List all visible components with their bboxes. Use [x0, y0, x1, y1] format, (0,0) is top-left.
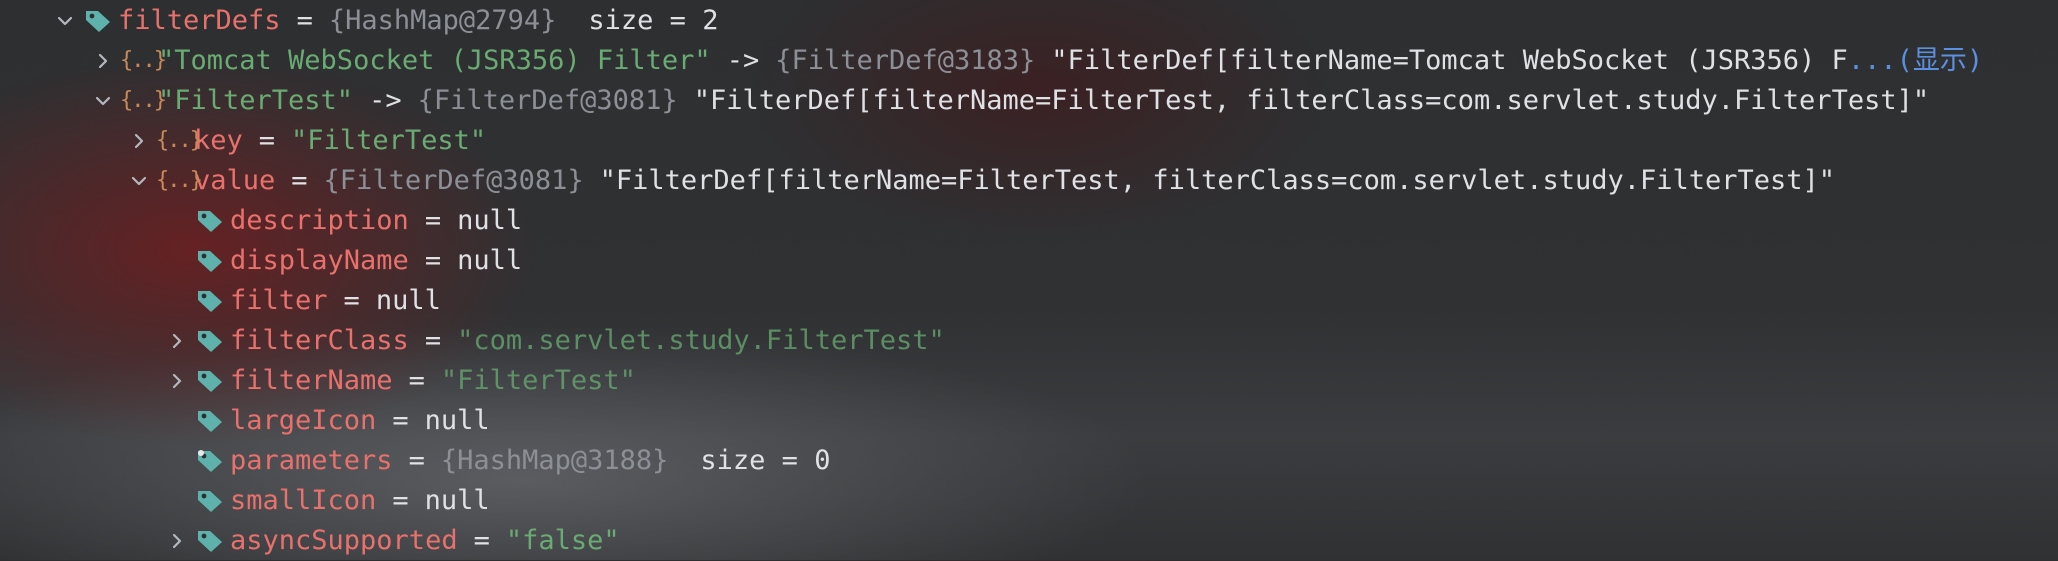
equals-sign: =: [424, 325, 442, 356]
size-label: size = 2: [588, 5, 719, 36]
null-value: null: [457, 245, 523, 276]
null-value: null: [457, 205, 523, 236]
field-name: largeIcon: [230, 405, 377, 436]
tag-icon: [194, 241, 230, 281]
object-reference: {FilterDef@3081}: [417, 85, 678, 116]
tag-icon: [194, 361, 230, 401]
map-key: "Tomcat WebSocket (JSR356) Filter": [158, 45, 711, 76]
tree-row-asyncsupported[interactable]: asyncSupported = "false": [0, 521, 620, 561]
tostring-value: "FilterDef[filterName=FilterTest, filter…: [599, 165, 1836, 196]
object-reference: {FilterDef@3081}: [323, 165, 584, 196]
tag-icon: [194, 321, 230, 361]
field-name: smallIcon: [230, 485, 377, 516]
field-name: displayName: [230, 245, 409, 276]
object-icon: {..}: [156, 168, 203, 193]
equals-sign: =: [258, 125, 276, 156]
chevron-right-icon[interactable]: [160, 321, 194, 361]
chevron-down-icon[interactable]: [122, 161, 156, 201]
variable-name: filterDefs: [118, 5, 281, 36]
tag-icon: [82, 1, 118, 41]
tree-row-map-entry-tomcat[interactable]: {..} "Tomcat WebSocket (JSR356) Filter" …: [0, 41, 1983, 81]
tree-row-map-entry-filtertest[interactable]: {..} "FilterTest" -> {FilterDef@3081} "F…: [0, 81, 1929, 121]
null-value: null: [375, 285, 441, 316]
object-icon: {..}: [120, 48, 167, 73]
tree-row-parameters[interactable]: parameters = {HashMap@3188} size = 0: [0, 441, 830, 481]
field-name: filterClass: [230, 325, 409, 356]
tree-row-displayname[interactable]: displayName = null: [0, 241, 522, 281]
tag-icon: [194, 401, 230, 441]
field-name: asyncSupported: [230, 525, 458, 556]
variable-name: key: [194, 125, 243, 156]
tree-row-value[interactable]: {..} value = {FilterDef@3081} "FilterDef…: [0, 161, 1835, 201]
string-value: "FilterTest": [291, 125, 487, 156]
chevron-right-icon[interactable]: [122, 121, 156, 161]
tag-icon: [194, 441, 230, 481]
equals-sign: =: [291, 165, 308, 196]
field-name: filterName: [230, 365, 393, 396]
tag-icon: [194, 521, 230, 561]
tree-row-description[interactable]: description = null: [0, 201, 522, 241]
null-value: null: [424, 485, 490, 516]
field-name: parameters: [230, 445, 393, 476]
tree-row-largeicon[interactable]: largeIcon = null: [0, 401, 490, 441]
object-icon: {..}: [120, 88, 167, 113]
show-more-link[interactable]: ...(显示): [1848, 41, 1983, 81]
object-reference: {FilterDef@3183}: [775, 45, 1036, 76]
chevron-right-icon[interactable]: [86, 41, 120, 81]
equals-sign: =: [473, 525, 490, 556]
chevron-down-icon[interactable]: [86, 81, 120, 121]
arrow: ->: [726, 45, 760, 76]
string-value: "false": [505, 525, 620, 556]
tree-row-smallicon[interactable]: smallIcon = null: [0, 481, 490, 521]
equals-sign: =: [424, 245, 442, 276]
equals-sign: =: [343, 285, 360, 316]
chevron-right-icon[interactable]: [160, 361, 194, 401]
equals-sign: =: [424, 205, 442, 236]
variable-name: value: [194, 165, 276, 196]
tree-row-filterdefs[interactable]: filterDefs = {HashMap@2794} size = 2: [0, 1, 718, 41]
object-icon: {..}: [156, 128, 203, 153]
equals-sign: =: [408, 445, 425, 476]
equals-sign: =: [392, 485, 409, 516]
tag-icon: [194, 201, 230, 241]
string-value: "FilterTest": [440, 365, 636, 396]
equals-sign: =: [296, 5, 313, 36]
tag-icon: [194, 281, 230, 321]
tostring-value: "FilterDef[filterName=FilterTest, filter…: [693, 85, 1930, 116]
tree-row-filtername[interactable]: filterName = "FilterTest": [0, 361, 636, 401]
tree-row-filter[interactable]: filter = null: [0, 281, 441, 321]
null-value: null: [424, 405, 490, 436]
field-name: description: [230, 205, 409, 236]
chevron-down-icon[interactable]: [48, 1, 82, 41]
tree-row-key[interactable]: {..} key = "FilterTest": [0, 121, 486, 161]
tag-icon: [194, 481, 230, 521]
field-name: filter: [230, 285, 328, 316]
tree-row-filterclass[interactable]: filterClass = "com.servlet.study.FilterT…: [0, 321, 945, 361]
tostring-value: "FilterDef[filterName=Tomcat WebSocket (…: [1051, 45, 1848, 76]
equals-sign: =: [408, 365, 425, 396]
string-value: "com.servlet.study.FilterTest": [457, 325, 945, 356]
map-key: "FilterTest": [158, 85, 354, 116]
object-reference: {HashMap@2794}: [328, 5, 557, 36]
size-label: size = 0: [700, 445, 831, 476]
chevron-right-icon[interactable]: [160, 521, 194, 561]
arrow: ->: [369, 85, 402, 116]
equals-sign: =: [392, 405, 409, 436]
object-reference: {HashMap@3188}: [440, 445, 669, 476]
